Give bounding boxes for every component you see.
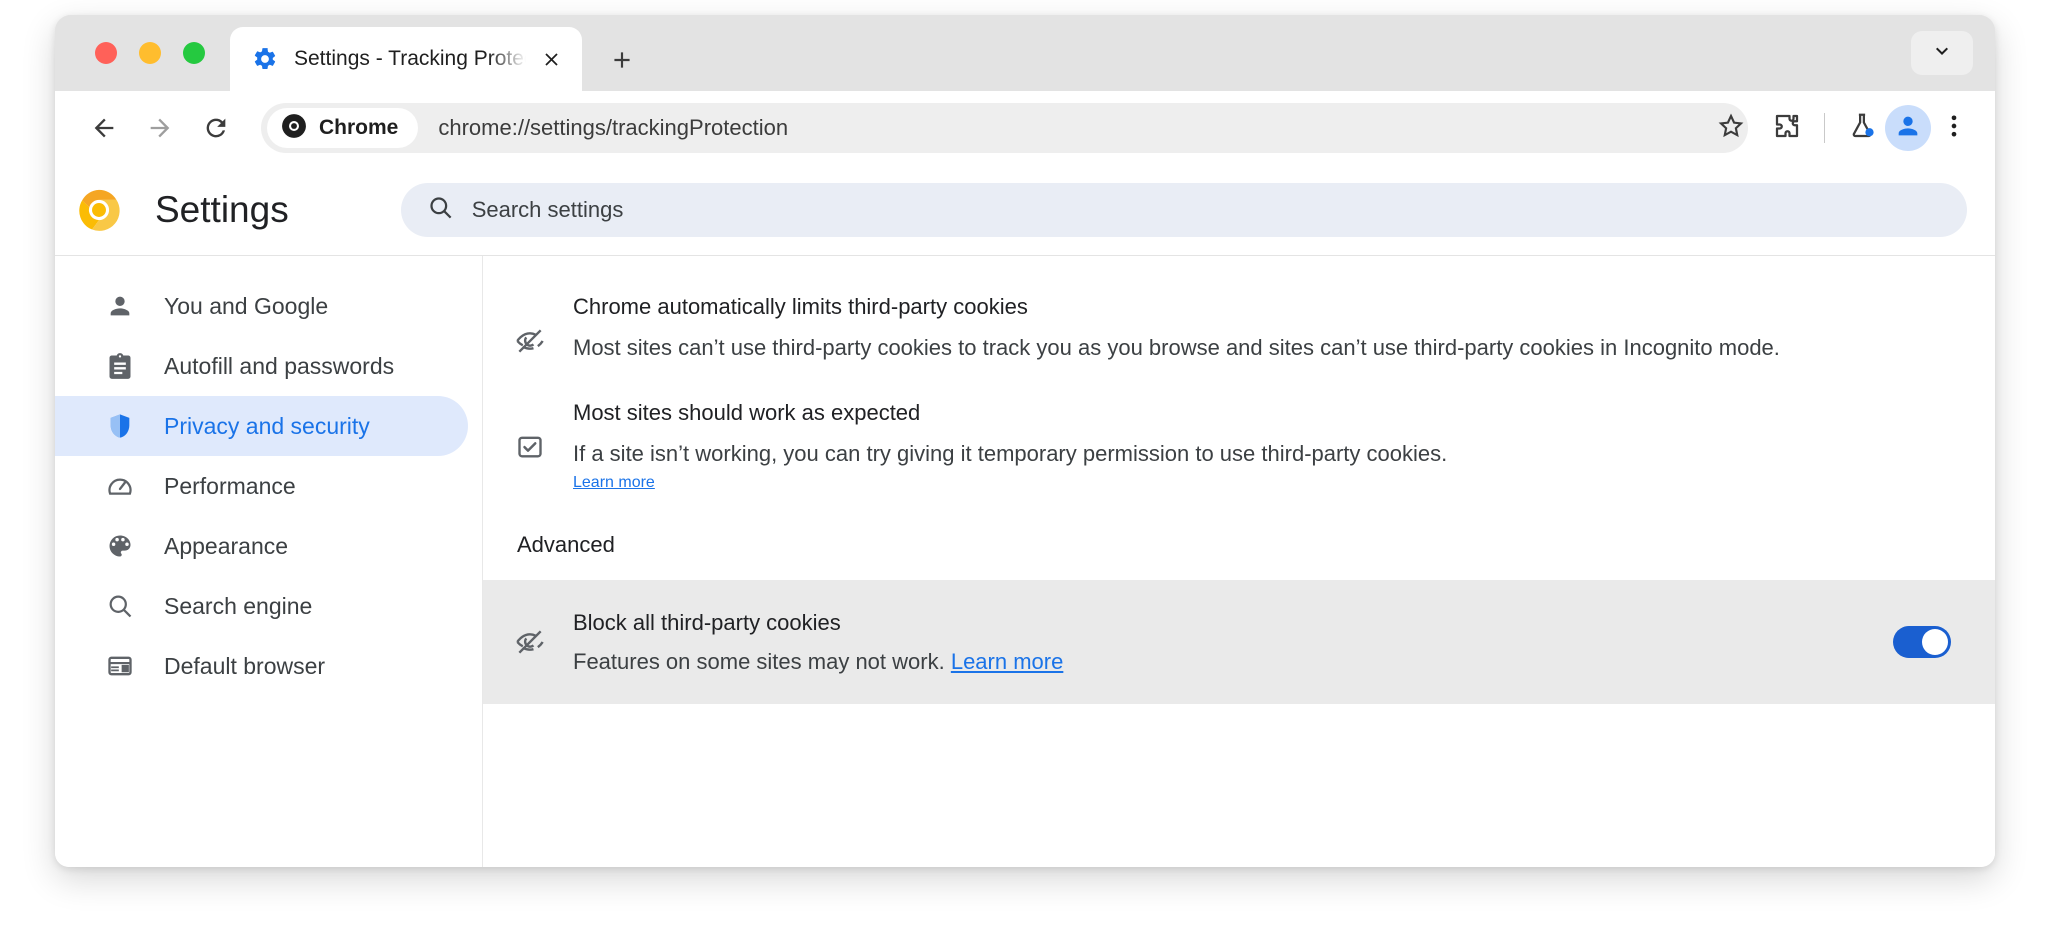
info-text: Most sites should work as expected If a …	[573, 396, 1955, 492]
reload-button[interactable]	[193, 105, 239, 151]
browser-toolbar: Chrome chrome://settings/trackingProtect…	[55, 91, 1995, 165]
chrome-origin-chip[interactable]: Chrome	[267, 108, 418, 148]
settings-content: Chrome automatically limits third-party …	[482, 256, 1995, 867]
window-controls	[95, 42, 205, 64]
forward-button[interactable]	[137, 105, 183, 151]
search-icon	[105, 591, 135, 621]
address-bar-url: chrome://settings/trackingProtection	[438, 115, 788, 141]
minimize-window-button[interactable]	[139, 42, 161, 64]
search-input[interactable]: Search settings	[401, 183, 1967, 237]
info-title: Chrome automatically limits third-party …	[573, 290, 1955, 324]
star-icon	[1716, 111, 1746, 146]
close-icon[interactable]	[534, 42, 568, 76]
checkbox-checked-icon	[513, 430, 547, 464]
chrome-canary-logo-icon	[77, 188, 121, 232]
tab-search-button[interactable]	[1911, 31, 1973, 75]
learn-more-link[interactable]: Learn more	[951, 649, 1064, 674]
page-title: Settings	[155, 189, 289, 231]
info-description: Most sites can’t use third-party cookies…	[573, 328, 1955, 368]
chrome-logo-icon	[281, 113, 307, 144]
sidebar-item-label: You and Google	[164, 293, 328, 320]
avatar	[1894, 112, 1922, 145]
advanced-section-heading: Advanced	[483, 506, 1995, 580]
person-icon	[105, 291, 135, 321]
flask-icon	[1847, 111, 1877, 146]
sidebar-item-performance[interactable]: Performance	[55, 456, 468, 516]
browser-window: Settings - Tracking Protection	[55, 15, 1995, 867]
block-all-third-party-cookies-toggle[interactable]	[1893, 626, 1951, 658]
learn-more-link[interactable]: Learn more	[573, 474, 1955, 492]
tab-strip: Settings - Tracking Protection	[55, 15, 1995, 91]
sidebar-item-search-engine[interactable]: Search engine	[55, 576, 468, 636]
maximize-window-button[interactable]	[183, 42, 205, 64]
toggle-knob	[1922, 629, 1948, 655]
address-bar[interactable]: Chrome chrome://settings/trackingProtect…	[261, 103, 1748, 153]
close-window-button[interactable]	[95, 42, 117, 64]
sidebar-item-label: Privacy and security	[164, 413, 370, 440]
advanced-row-text: Block all third-party cookies Features o…	[573, 606, 1893, 678]
advanced-row-description: Features on some sites may not work. Lea…	[573, 646, 1893, 678]
browser-window-icon	[105, 651, 135, 681]
chevron-down-icon	[1930, 39, 1954, 68]
toolbar-divider	[1824, 113, 1825, 143]
sidebar-item-label: Appearance	[164, 533, 288, 560]
sidebar-item-privacy-and-security[interactable]: Privacy and security	[55, 396, 468, 456]
eye-off-icon	[513, 625, 547, 659]
settings-header: Settings Search settings	[55, 165, 1995, 255]
palette-icon	[105, 531, 135, 561]
sidebar-item-default-browser[interactable]: Default browser	[55, 636, 468, 696]
sidebar-item-label: Autofill and passwords	[164, 353, 394, 380]
sites-work-info-row: Most sites should work as expected If a …	[483, 382, 1995, 506]
gear-icon	[252, 46, 278, 72]
tab-settings-tracking-protection[interactable]: Settings - Tracking Protection	[230, 27, 582, 91]
sidebar-item-you-and-google[interactable]: You and Google	[55, 276, 468, 336]
eye-off-icon	[513, 324, 547, 358]
chrome-chip-label: Chrome	[319, 116, 398, 140]
three-dot-menu-icon	[1940, 112, 1968, 145]
block-all-third-party-cookies-row[interactable]: Block all third-party cookies Features o…	[483, 580, 1995, 704]
sidebar-item-label: Performance	[164, 473, 296, 500]
profile-avatar-button[interactable]	[1885, 105, 1931, 151]
tab-title: Settings - Tracking Protection	[294, 47, 526, 71]
puzzle-icon	[1772, 111, 1802, 146]
extensions-button[interactable]	[1764, 105, 1810, 151]
new-tab-button[interactable]	[603, 41, 641, 79]
back-button[interactable]	[81, 105, 127, 151]
advanced-row-title: Block all third-party cookies	[573, 606, 1893, 640]
experiments-button[interactable]	[1839, 105, 1885, 151]
info-text: Chrome automatically limits third-party …	[573, 290, 1955, 368]
search-placeholder: Search settings	[472, 197, 624, 223]
settings-body: You and Google Autofill and passwords	[55, 255, 1995, 867]
chrome-menu-button[interactable]	[1931, 105, 1977, 151]
tracking-protection-info-row: Chrome automatically limits third-party …	[483, 276, 1995, 382]
sidebar-item-label: Search engine	[164, 593, 312, 620]
bookmark-button[interactable]	[1706, 103, 1756, 153]
sidebar-item-autofill-and-passwords[interactable]: Autofill and passwords	[55, 336, 468, 396]
speedometer-icon	[105, 471, 135, 501]
shield-icon	[105, 411, 135, 441]
settings-sidebar: You and Google Autofill and passwords	[55, 256, 482, 867]
info-description: If a site isn’t working, you can try giv…	[573, 434, 1955, 474]
sidebar-item-appearance[interactable]: Appearance	[55, 516, 468, 576]
search-icon	[427, 194, 454, 226]
sidebar-item-label: Default browser	[164, 653, 325, 680]
advanced-row-description-text: Features on some sites may not work.	[573, 649, 951, 674]
info-title: Most sites should work as expected	[573, 396, 1955, 430]
clipboard-icon	[105, 351, 135, 381]
settings-page: Settings Search settings	[55, 165, 1995, 867]
